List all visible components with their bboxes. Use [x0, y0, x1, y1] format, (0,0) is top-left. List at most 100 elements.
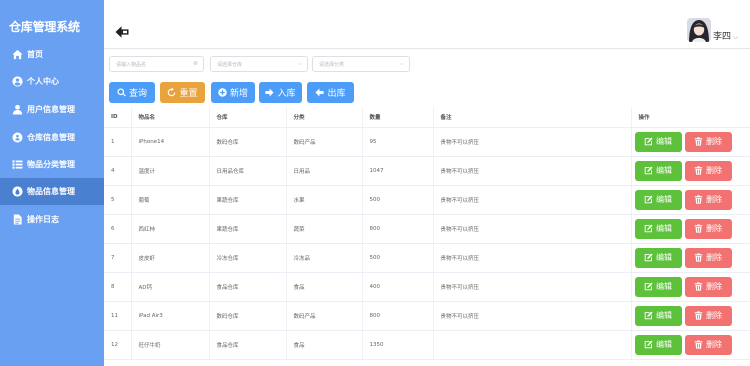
stock-out-button[interactable]: 出库 [307, 82, 354, 103]
trash-icon [694, 137, 703, 146]
sidebar-item-label: 仓库信息管理 [27, 133, 75, 142]
cell-warehouse: 食品仓库 [208, 272, 286, 302]
cell-id: 8 [104, 272, 131, 302]
clear-icon[interactable]: ⊗ [193, 61, 198, 67]
cell-warehouse: 食品仓库 [208, 330, 286, 360]
edit-label: 编辑 [656, 195, 672, 204]
cell-quantity: 1047 [361, 156, 433, 186]
stock-in-button[interactable]: 入库 [259, 82, 302, 103]
delete-button[interactable]: 删除 [684, 276, 732, 297]
cell-category: 数码产品 [285, 127, 362, 157]
refresh-icon [168, 88, 176, 97]
warehouse-placeholder: 请选择仓库 [217, 61, 243, 68]
arrow-left-icon [315, 88, 325, 97]
delete-button[interactable]: 删除 [684, 247, 732, 268]
delete-label: 删除 [706, 224, 722, 233]
document-icon [11, 214, 23, 226]
edit-icon [644, 311, 653, 320]
edit-button[interactable]: 编辑 [634, 334, 682, 355]
edit-button[interactable]: 编辑 [634, 189, 682, 210]
cell-actions: 编辑 删除 [630, 330, 750, 360]
reset-button[interactable]: 重置 [160, 82, 205, 103]
add-label: 新增 [229, 89, 248, 99]
edit-button[interactable]: 编辑 [634, 160, 682, 181]
edit-button[interactable]: 编辑 [634, 131, 682, 152]
edit-button[interactable]: 编辑 [634, 305, 682, 326]
column-header-remark[interactable]: 备注 [432, 107, 631, 128]
edit-icon [644, 195, 653, 204]
sidebar-item-items[interactable]: 物品信息管理 [0, 178, 104, 205]
cell-item-name: iPhone14 [130, 127, 209, 157]
cell-remark [432, 330, 631, 360]
home-icon [11, 49, 23, 61]
trash-icon [694, 224, 703, 233]
cell-category: 冷冻品 [285, 243, 362, 273]
drop-icon [11, 186, 23, 198]
table-row: 4 温度计 日用品仓库 日用品 1047 贵物不可以挤压 编辑 删除 [104, 156, 750, 186]
user-menu[interactable]: 李四 ⌵ [713, 29, 738, 42]
top-header: 李四 ⌵ [104, 0, 750, 48]
delete-label: 删除 [706, 195, 722, 204]
edit-button[interactable]: 编辑 [634, 276, 682, 297]
edit-icon [644, 282, 653, 291]
delete-button[interactable]: 删除 [684, 131, 732, 152]
delete-button[interactable]: 删除 [684, 160, 732, 181]
cell-item-name: 西红柿 [130, 214, 209, 244]
column-header-warehouse[interactable]: 仓库 [208, 107, 286, 128]
sidebar-item-profile[interactable]: 个人中心 [0, 68, 104, 95]
column-header-id[interactable]: ID [104, 107, 131, 128]
cell-category: 日用品 [285, 156, 362, 186]
avatar[interactable] [687, 18, 711, 42]
edit-label: 编辑 [656, 253, 672, 262]
sidebar-item-warehouse[interactable]: 仓库信息管理 [0, 124, 104, 151]
cell-id: 7 [104, 243, 131, 273]
cell-actions: 编辑 删除 [630, 185, 750, 215]
back-arrow-icon[interactable] [115, 24, 129, 38]
add-button[interactable]: 新增 [211, 82, 255, 103]
delete-button[interactable]: 删除 [684, 305, 732, 326]
sidebar-item-label: 物品分类管理 [27, 160, 75, 169]
user-circle-icon [11, 76, 23, 88]
column-header-category[interactable]: 分类 [285, 107, 362, 128]
edit-label: 编辑 [656, 137, 672, 146]
item-name-input[interactable]: 请输入物品名 ⊗ [109, 56, 204, 72]
sidebar-item-label: 物品信息管理 [27, 187, 75, 196]
trash-icon [694, 166, 703, 175]
cell-id: 11 [104, 301, 131, 331]
edit-button[interactable]: 编辑 [634, 218, 682, 239]
column-header-quantity[interactable]: 数量 [361, 107, 433, 128]
delete-button[interactable]: 删除 [684, 218, 732, 239]
cell-quantity: 400 [361, 272, 433, 302]
delete-label: 删除 [706, 311, 722, 320]
delete-button[interactable]: 删除 [684, 334, 732, 355]
cell-warehouse: 日用品仓库 [208, 156, 286, 186]
sidebar-item-categories[interactable]: 物品分类管理 [0, 151, 104, 178]
edit-icon [644, 166, 653, 175]
list-icon [11, 159, 23, 171]
delete-label: 删除 [706, 166, 722, 175]
cell-warehouse: 果蔬仓库 [208, 214, 286, 244]
edit-button[interactable]: 编辑 [634, 247, 682, 268]
sidebar-item-users[interactable]: 用户信息管理 [0, 96, 104, 123]
cell-remark: 贵物不可以挤压 [432, 243, 631, 273]
cell-category: 蔬菜 [285, 214, 362, 244]
table-row: 7 皮皮虾 冷冻仓库 冷冻品 500 贵物不可以挤压 编辑 删除 [104, 243, 750, 273]
cell-warehouse: 数码仓库 [208, 127, 286, 157]
query-button[interactable]: 查询 [109, 82, 155, 103]
stock-out-label: 出库 [327, 89, 346, 99]
sidebar-item-home[interactable]: 首页 [0, 41, 104, 68]
sidebar: 仓库管理系统 首页 个人中心 用户信息管理 仓库信息管理 物品分类管理 物品信息… [0, 0, 104, 366]
edit-icon [644, 340, 653, 349]
header-divider [104, 48, 750, 49]
edit-label: 编辑 [656, 340, 672, 349]
column-header-name[interactable]: 物品名 [130, 107, 209, 128]
edit-label: 编辑 [656, 166, 672, 175]
cell-id: 4 [104, 156, 131, 186]
delete-button[interactable]: 删除 [684, 189, 732, 210]
warehouse-select[interactable]: 请选择仓库 ⌵ [210, 56, 308, 72]
cell-id: 12 [104, 330, 131, 360]
category-select[interactable]: 请选择分类 ⌵ [312, 56, 410, 72]
item-name-placeholder: 请输入物品名 [116, 61, 147, 68]
sidebar-item-logs[interactable]: 操作日志 [0, 206, 104, 233]
cell-warehouse: 果蔬仓库 [208, 185, 286, 215]
